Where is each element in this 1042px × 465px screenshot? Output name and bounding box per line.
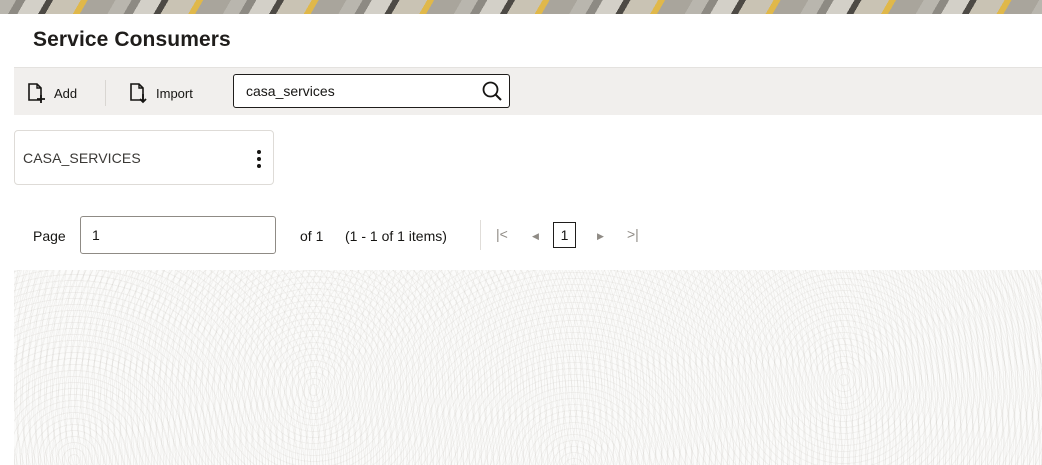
import-document-icon (128, 82, 148, 104)
toolbar: Add Import (14, 67, 1042, 115)
current-page-button[interactable]: 1 (553, 222, 576, 248)
pagination-divider (480, 220, 481, 250)
search-field (233, 74, 510, 108)
page-label: Page (33, 228, 66, 244)
service-consumer-card[interactable]: CASA_SERVICES (14, 130, 274, 185)
next-page-icon[interactable]: ▶ (597, 231, 604, 242)
add-button[interactable]: Add (26, 81, 77, 105)
import-button-label: Import (156, 85, 193, 101)
first-page-icon[interactable]: |< (496, 226, 508, 242)
previous-page-icon[interactable]: ◀ (532, 231, 539, 242)
import-button[interactable]: Import (128, 81, 193, 105)
page-number-input[interactable] (80, 216, 276, 254)
service-consumer-name: CASA_SERVICES (23, 150, 141, 166)
page-total-label: of 1 (300, 228, 324, 244)
search-input[interactable] (234, 75, 474, 107)
search-icon[interactable] (481, 80, 503, 102)
add-document-icon (26, 82, 46, 104)
background-pattern (14, 270, 1042, 465)
toolbar-divider (105, 80, 106, 106)
item-range-label: (1 - 1 of 1 items) (345, 228, 447, 244)
add-button-label: Add (54, 85, 78, 101)
page-title: Service Consumers (33, 28, 231, 51)
header-banner (0, 0, 1042, 14)
last-page-icon[interactable]: >| (627, 226, 639, 242)
kebab-menu-icon[interactable] (252, 148, 266, 170)
